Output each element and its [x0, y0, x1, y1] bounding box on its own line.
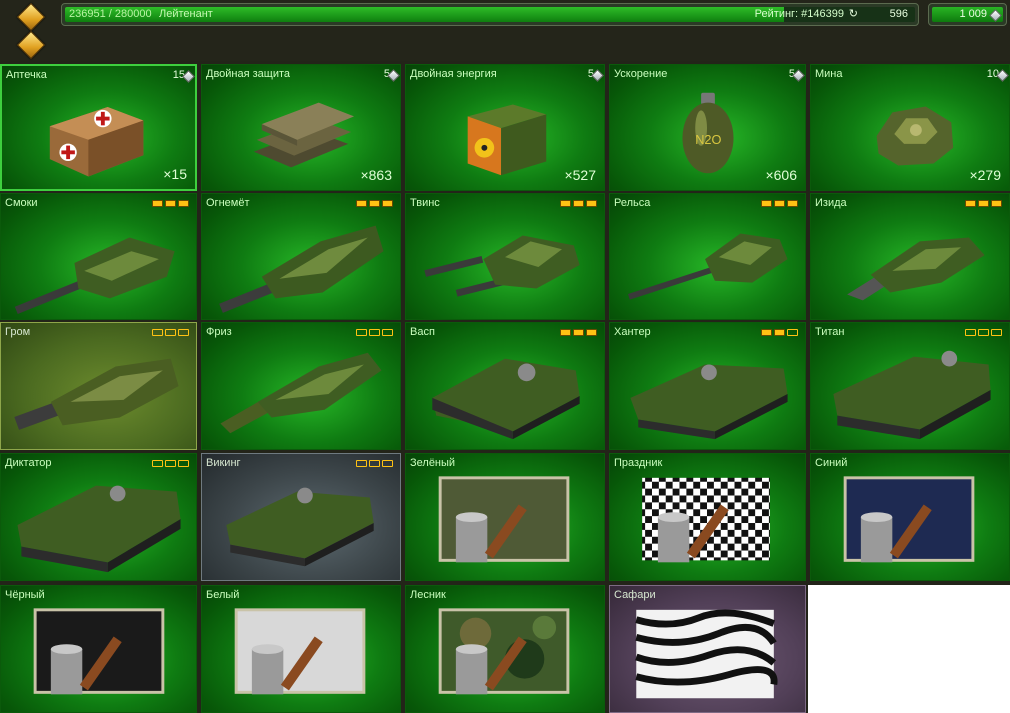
tile-paint-blue[interactable]: Синий — [810, 453, 1010, 581]
tile-paint-forester[interactable]: Лесник — [405, 585, 605, 713]
tile-paint-safari[interactable]: Сафари — [609, 585, 806, 713]
modification-level-icon — [761, 329, 798, 336]
svg-text:N2O: N2O — [695, 132, 721, 147]
rank-insignia-icon — [16, 2, 46, 32]
item-name: Хантер — [614, 326, 651, 338]
item-name: Огнемёт — [206, 197, 250, 209]
paint-forester-icon — [438, 608, 570, 695]
freeze-turret-icon — [220, 352, 382, 434]
item-name: Ускорение — [614, 68, 668, 80]
rating-change-value: 596 — [889, 8, 908, 20]
item-name: Диктатор — [5, 457, 52, 469]
item-name: Смоки — [5, 197, 38, 209]
item-name: Титан — [815, 326, 845, 338]
tile-firebird[interactable]: Огнемёт — [201, 193, 401, 320]
tile-smoky[interactable]: Смоки — [0, 193, 197, 320]
crystal-count: 1 009 — [959, 8, 987, 20]
modification-level-icon — [965, 329, 1002, 336]
railgun-turret-icon — [627, 233, 788, 300]
tile-twins[interactable]: Твинс — [405, 193, 605, 320]
item-name: Аптечка — [6, 69, 47, 81]
modification-level-icon — [965, 200, 1002, 207]
item-quantity: ×606 — [765, 167, 797, 183]
item-name: Двойная защита — [206, 68, 291, 80]
modification-level-icon — [761, 200, 798, 207]
item-name: Сафари — [614, 589, 656, 601]
rating-value: Рейтинг: #146399 — [754, 8, 844, 20]
item-name: Изида — [815, 197, 847, 209]
item-name: Белый — [206, 589, 240, 601]
tile-double-armor[interactable]: Двойная защита 5 ×863 — [201, 64, 401, 191]
tile-first-aid[interactable]: Аптечка 15 ×15 — [0, 64, 197, 191]
smoky-turret-icon — [14, 237, 175, 315]
item-quantity: ×279 — [969, 167, 1001, 183]
item-name: Гром — [5, 326, 31, 338]
tile-railgun[interactable]: Рельса — [609, 193, 806, 320]
paint-white-icon — [234, 608, 366, 695]
hunter-hull-icon — [630, 364, 788, 440]
experience-progress-panel: 236951 / 280000 Лейтенант Рейтинг: #1463… — [61, 3, 919, 26]
item-name: Синий — [815, 457, 848, 469]
item-quantity: ×863 — [360, 167, 392, 183]
twins-turret-icon — [424, 235, 580, 297]
tile-freeze[interactable]: Фриз — [201, 322, 401, 450]
tile-isida[interactable]: Изида — [810, 193, 1010, 320]
paint-blue-icon — [843, 476, 975, 563]
tile-titan[interactable]: Титан — [810, 322, 1010, 450]
rank-title: Лейтенант — [159, 8, 213, 20]
item-name: Мина — [815, 68, 843, 80]
wasp-hull-icon — [432, 358, 580, 440]
tile-paint-white[interactable]: Белый — [201, 585, 401, 713]
crystal-balance[interactable]: 1 009 — [928, 3, 1007, 26]
modification-level-icon — [152, 200, 189, 207]
tile-nitro[interactable]: N2O Ускорение 5 ×606 — [609, 64, 806, 191]
paint-holiday-icon — [642, 477, 770, 563]
tile-viking[interactable]: Викинг — [201, 453, 401, 581]
top-bar: 236951 / 280000 Лейтенант Рейтинг: #1463… — [0, 0, 1010, 61]
thunder-turret-icon — [14, 358, 179, 430]
tile-double-damage[interactable]: Двойная энергия 5 ×527 — [405, 64, 605, 191]
modification-level-icon — [560, 329, 597, 336]
item-name: Васп — [410, 326, 435, 338]
item-name: Твинс — [410, 197, 440, 209]
modification-level-icon — [560, 200, 597, 207]
tile-paint-black[interactable]: Чёрный — [0, 585, 197, 713]
paint-safari-icon — [635, 609, 778, 699]
modification-level-icon — [152, 460, 189, 467]
rank-insignia-icon — [16, 30, 46, 60]
empty-grid-slot — [808, 585, 1010, 713]
item-name: Зелёный — [410, 457, 456, 469]
item-name: Рельса — [614, 197, 651, 209]
modification-level-icon — [356, 460, 393, 467]
item-name: Лесник — [410, 589, 446, 601]
garage-item-grid: Аптечка 15 ×15 Двойная защита 5 ×863 Дво… — [0, 64, 1010, 713]
titan-hull-icon — [833, 350, 991, 440]
tile-paint-green[interactable]: Зелёный — [405, 453, 605, 581]
viking-hull-icon — [226, 487, 374, 567]
score-value: 236951 / 280000 — [69, 8, 152, 20]
dictator-hull-icon — [17, 485, 181, 573]
isida-turret-icon — [847, 237, 985, 301]
item-name: Двойная энергия — [410, 68, 497, 80]
tile-wasp[interactable]: Васп — [405, 322, 605, 450]
item-quantity: ×15 — [163, 166, 187, 182]
firebird-turret-icon — [219, 225, 384, 313]
tile-hunter[interactable]: Хантер — [609, 322, 806, 450]
rating-change-icon: ↻ — [848, 8, 858, 20]
item-name: Чёрный — [5, 589, 45, 601]
modification-level-icon — [356, 329, 393, 336]
paint-green-icon — [438, 476, 570, 563]
item-name: Праздник — [614, 457, 663, 469]
item-quantity: ×527 — [564, 167, 596, 183]
tile-mine[interactable]: Мина 10 ×279 — [810, 64, 1010, 191]
item-name: Викинг — [206, 457, 241, 469]
modification-level-icon — [356, 200, 393, 207]
tile-thunder[interactable]: Гром — [0, 322, 197, 450]
modification-level-icon — [152, 329, 189, 336]
paint-black-icon — [33, 608, 165, 695]
item-name: Фриз — [206, 326, 232, 338]
tile-dictator[interactable]: Диктатор — [0, 453, 197, 581]
tile-paint-holiday[interactable]: Праздник — [609, 453, 806, 581]
